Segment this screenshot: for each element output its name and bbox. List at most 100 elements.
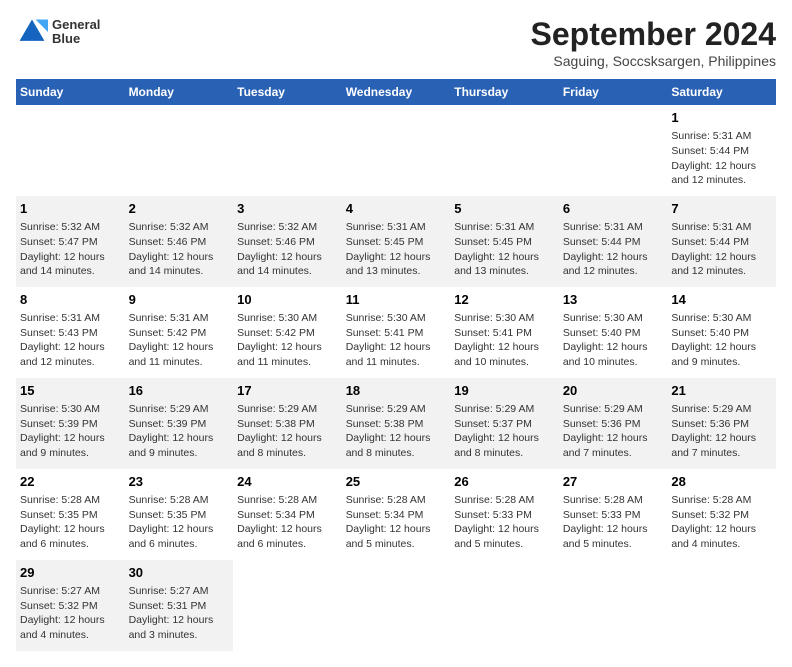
day-info: Sunrise: 5:28 AMSunset: 5:35 PMDaylight:…: [129, 494, 214, 550]
day-info: Sunrise: 5:30 AMSunset: 5:42 PMDaylight:…: [237, 312, 322, 368]
day-info: Sunrise: 5:27 AMSunset: 5:31 PMDaylight:…: [129, 585, 214, 641]
day-info: Sunrise: 5:30 AMSunset: 5:40 PMDaylight:…: [671, 312, 756, 368]
day-info: Sunrise: 5:28 AMSunset: 5:33 PMDaylight:…: [454, 494, 539, 550]
calendar-cell: 29 Sunrise: 5:27 AMSunset: 5:32 PMDayligh…: [16, 560, 125, 651]
day-number: 12: [454, 291, 555, 309]
day-info: Sunrise: 5:30 AMSunset: 5:39 PMDaylight:…: [20, 403, 105, 459]
calendar-cell: [16, 105, 125, 196]
day-number: 26: [454, 473, 555, 491]
day-number: 14: [671, 291, 772, 309]
day-number: 13: [563, 291, 664, 309]
calendar-cell: 27Sunrise: 5:28 AMSunset: 5:33 PMDayligh…: [559, 469, 668, 560]
calendar-cell: 8 Sunrise: 5:31 AMSunset: 5:43 PMDaylight…: [16, 287, 125, 378]
col-tuesday: Tuesday: [233, 79, 342, 105]
day-info: Sunrise: 5:28 AMSunset: 5:34 PMDaylight:…: [237, 494, 322, 550]
calendar-cell: 2Sunrise: 5:32 AMSunset: 5:46 PMDaylight…: [125, 196, 234, 287]
day-info: Sunrise: 5:30 AMSunset: 5:41 PMDaylight:…: [346, 312, 431, 368]
col-friday: Friday: [559, 79, 668, 105]
calendar-week-row: 8 Sunrise: 5:31 AMSunset: 5:43 PMDaylight…: [16, 287, 776, 378]
calendar-table: Sunday Monday Tuesday Wednesday Thursday…: [16, 79, 776, 651]
logo-text: General Blue: [52, 18, 100, 47]
day-number: 3: [237, 200, 338, 218]
col-saturday: Saturday: [667, 79, 776, 105]
calendar-cell: [667, 560, 776, 651]
calendar-week-row: 1Sunrise: 5:31 AMSunset: 5:44 PMDaylight…: [16, 105, 776, 196]
day-info: Sunrise: 5:32 AMSunset: 5:47 PMDaylight:…: [20, 221, 105, 277]
day-number: 1: [20, 200, 121, 218]
calendar-cell: 26 Sunrise: 5:28 AMSunset: 5:33 PMDayligh…: [450, 469, 559, 560]
day-number: 29: [20, 564, 121, 582]
day-number: 22: [20, 473, 121, 491]
calendar-header-row: Sunday Monday Tuesday Wednesday Thursday…: [16, 79, 776, 105]
day-number: 20: [563, 382, 664, 400]
day-number: 24: [237, 473, 338, 491]
calendar-cell: 22Sunrise: 5:28 AMSunset: 5:35 PMDayligh…: [16, 469, 125, 560]
calendar-cell: 17Sunrise: 5:29 AMSunset: 5:38 PMDayligh…: [233, 378, 342, 469]
calendar-cell: 9 Sunrise: 5:31 AMSunset: 5:42 PMDaylight…: [125, 287, 234, 378]
calendar-week-row: 29 Sunrise: 5:27 AMSunset: 5:32 PMDayligh…: [16, 560, 776, 651]
title-block: September 2024 Saguing, Soccsksargen, Ph…: [531, 16, 776, 69]
col-monday: Monday: [125, 79, 234, 105]
calendar-cell: 28Sunrise: 5:28 AMSunset: 5:32 PMDayligh…: [667, 469, 776, 560]
day-number: 9: [129, 291, 230, 309]
calendar-cell: 14 Sunrise: 5:30 AMSunset: 5:40 PMDayligh…: [667, 287, 776, 378]
calendar-cell: [233, 560, 342, 651]
day-info: Sunrise: 5:28 AMSunset: 5:33 PMDaylight:…: [563, 494, 648, 550]
day-info: Sunrise: 5:31 AMSunset: 5:43 PMDaylight:…: [20, 312, 105, 368]
day-number: 6: [563, 200, 664, 218]
calendar-cell: 11 Sunrise: 5:30 AMSunset: 5:41 PMDayligh…: [342, 287, 451, 378]
calendar-cell: 12 Sunrise: 5:30 AMSunset: 5:41 PMDayligh…: [450, 287, 559, 378]
day-number: 17: [237, 382, 338, 400]
day-number: 15: [20, 382, 121, 400]
day-number: 18: [346, 382, 447, 400]
day-number: 28: [671, 473, 772, 491]
col-sunday: Sunday: [16, 79, 125, 105]
calendar-cell: [450, 105, 559, 196]
header: General Blue September 2024 Saguing, Soc…: [16, 16, 776, 69]
page-subtitle: Saguing, Soccsksargen, Philippines: [531, 53, 776, 69]
calendar-cell: 20 Sunrise: 5:29 AMSunset: 5:36 PMDayligh…: [559, 378, 668, 469]
day-number: 21: [671, 382, 772, 400]
calendar-cell: 19Sunrise: 5:29 AMSunset: 5:37 PMDayligh…: [450, 378, 559, 469]
day-number: 23: [129, 473, 230, 491]
day-info: Sunrise: 5:31 AMSunset: 5:45 PMDaylight:…: [346, 221, 431, 277]
day-number: 5: [454, 200, 555, 218]
day-info: Sunrise: 5:29 AMSunset: 5:36 PMDaylight:…: [563, 403, 648, 459]
day-info: Sunrise: 5:32 AMSunset: 5:46 PMDaylight:…: [237, 221, 322, 277]
day-info: Sunrise: 5:31 AMSunset: 5:44 PMDaylight:…: [563, 221, 648, 277]
col-wednesday: Wednesday: [342, 79, 451, 105]
day-info: Sunrise: 5:30 AMSunset: 5:40 PMDaylight:…: [563, 312, 648, 368]
calendar-cell: 15 Sunrise: 5:30 AMSunset: 5:39 PMDayligh…: [16, 378, 125, 469]
calendar-cell: 7Sunrise: 5:31 AMSunset: 5:44 PMDaylight…: [667, 196, 776, 287]
calendar-cell: 1Sunrise: 5:31 AMSunset: 5:44 PMDaylight…: [667, 105, 776, 196]
day-info: Sunrise: 5:29 AMSunset: 5:36 PMDaylight:…: [671, 403, 756, 459]
calendar-cell: 1 Sunrise: 5:32 AMSunset: 5:47 PMDaylight…: [16, 196, 125, 287]
day-number: 4: [346, 200, 447, 218]
day-info: Sunrise: 5:32 AMSunset: 5:46 PMDaylight:…: [129, 221, 214, 277]
calendar-cell: 16Sunrise: 5:29 AMSunset: 5:39 PMDayligh…: [125, 378, 234, 469]
calendar-cell: [342, 105, 451, 196]
calendar-cell: 13 Sunrise: 5:30 AMSunset: 5:40 PMDayligh…: [559, 287, 668, 378]
col-thursday: Thursday: [450, 79, 559, 105]
calendar-cell: 3 Sunrise: 5:32 AMSunset: 5:46 PMDaylight…: [233, 196, 342, 287]
calendar-cell: 10Sunrise: 5:30 AMSunset: 5:42 PMDayligh…: [233, 287, 342, 378]
day-info: Sunrise: 5:31 AMSunset: 5:44 PMDaylight:…: [671, 130, 756, 186]
day-info: Sunrise: 5:27 AMSunset: 5:32 PMDaylight:…: [20, 585, 105, 641]
day-info: Sunrise: 5:31 AMSunset: 5:44 PMDaylight:…: [671, 221, 756, 277]
calendar-cell: [233, 105, 342, 196]
calendar-cell: [342, 560, 451, 651]
logo: General Blue: [16, 16, 100, 48]
calendar-week-row: 22 Sunrise: 5:28 AMSunset: 5:35 PMDayligh…: [16, 469, 776, 560]
calendar-cell: [125, 105, 234, 196]
calendar-cell: 24 Sunrise: 5:28 AMSunset: 5:34 PMDayligh…: [233, 469, 342, 560]
day-info: Sunrise: 5:30 AMSunset: 5:41 PMDaylight:…: [454, 312, 539, 368]
day-info: Sunrise: 5:31 AMSunset: 5:42 PMDaylight:…: [129, 312, 214, 368]
day-info: Sunrise: 5:28 AMSunset: 5:34 PMDaylight:…: [346, 494, 431, 550]
calendar-cell: [559, 560, 668, 651]
day-number: 8: [20, 291, 121, 309]
calendar-week-row: 1 Sunrise: 5:32 AMSunset: 5:47 PMDaylight…: [16, 196, 776, 287]
calendar-cell: 25Sunrise: 5:28 AMSunset: 5:34 PMDayligh…: [342, 469, 451, 560]
day-info: Sunrise: 5:29 AMSunset: 5:37 PMDaylight:…: [454, 403, 539, 459]
day-number: 11: [346, 291, 447, 309]
calendar-cell: 4 Sunrise: 5:31 AMSunset: 5:45 PMDaylight…: [342, 196, 451, 287]
